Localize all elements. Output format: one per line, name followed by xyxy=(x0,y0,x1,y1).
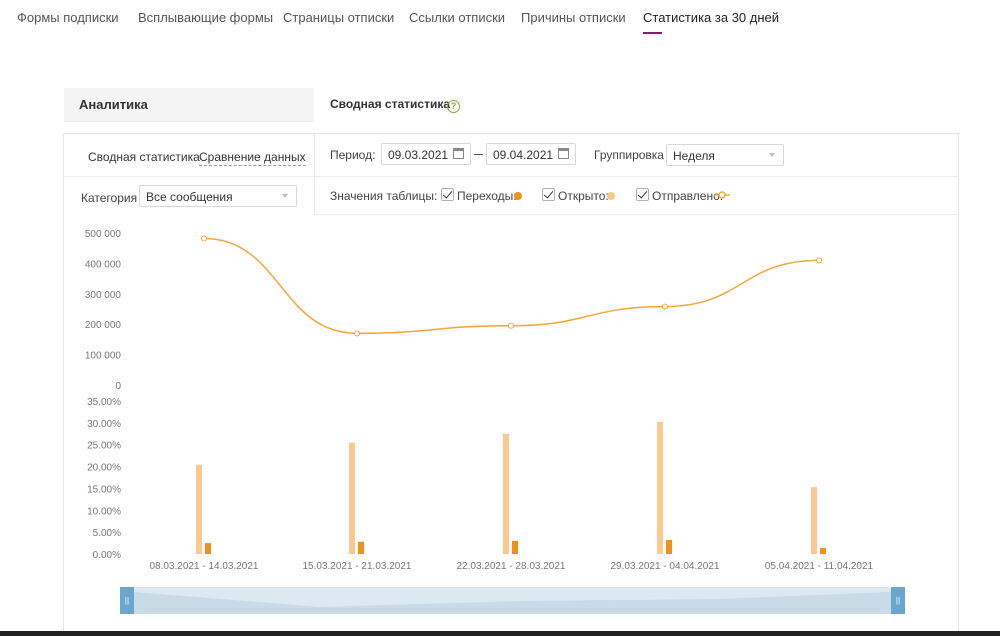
bar-y-tick-label: 0.00% xyxy=(93,550,121,561)
line-y-tick-label: 300 000 xyxy=(85,290,122,301)
bar-y-tick-label: 10.00% xyxy=(87,506,121,517)
opened-bar xyxy=(811,487,817,554)
range-navigator[interactable]: || || xyxy=(120,587,905,614)
line-y-tick-label: 100 000 xyxy=(85,351,122,362)
opened-bar xyxy=(503,433,509,554)
line-y-tick-label: 400 000 xyxy=(85,259,122,270)
x-category-label: 05.04.2021 - 11.04.2021 xyxy=(765,561,874,572)
x-category-label: 22.03.2021 - 28.03.2021 xyxy=(457,561,566,572)
statistics-chart: 500 000 400 000 300 000 200 000 100 000 0 35.0… xyxy=(85,229,874,572)
navigator-left-handle[interactable]: || xyxy=(120,587,134,614)
x-category-label: 08.03.2021 - 14.03.2021 xyxy=(150,561,259,572)
bar-y-tick-label: 30.00% xyxy=(87,419,121,430)
bar-y-tick-label: 25.00% xyxy=(87,441,121,452)
sent-data-point xyxy=(201,235,207,242)
line-y-tick-label: 500 000 xyxy=(85,229,122,240)
bottom-edge xyxy=(0,631,1000,636)
sent-data-point xyxy=(816,257,822,264)
clicks-bar xyxy=(820,547,826,554)
opened-bar xyxy=(349,442,355,554)
clicks-bar xyxy=(205,543,211,554)
x-category-label: 29.03.2021 - 04.04.2021 xyxy=(611,561,720,572)
clicks-bar xyxy=(666,540,672,554)
sent-series-line xyxy=(203,237,820,335)
line-y-tick-label: 200 000 xyxy=(85,320,122,331)
navigator-right-handle[interactable]: || xyxy=(891,587,905,614)
clicks-bar xyxy=(358,541,364,554)
x-category-label: 15.03.2021 - 21.03.2021 xyxy=(303,561,412,572)
bar-y-tick-label: 15.00% xyxy=(87,484,121,495)
bar-y-tick-label: 35.00% xyxy=(87,397,121,408)
sent-data-point xyxy=(662,303,668,310)
line-y-tick-label: 0 xyxy=(115,381,121,392)
clicks-bar xyxy=(512,540,518,554)
sent-data-point xyxy=(354,330,360,337)
bar-y-tick-label: 20.00% xyxy=(87,463,121,474)
sent-data-point xyxy=(508,322,514,329)
navigator-preview xyxy=(134,592,891,614)
opened-bar xyxy=(196,464,202,554)
bar-y-tick-label: 5.00% xyxy=(93,528,121,539)
opened-bar xyxy=(657,421,663,554)
